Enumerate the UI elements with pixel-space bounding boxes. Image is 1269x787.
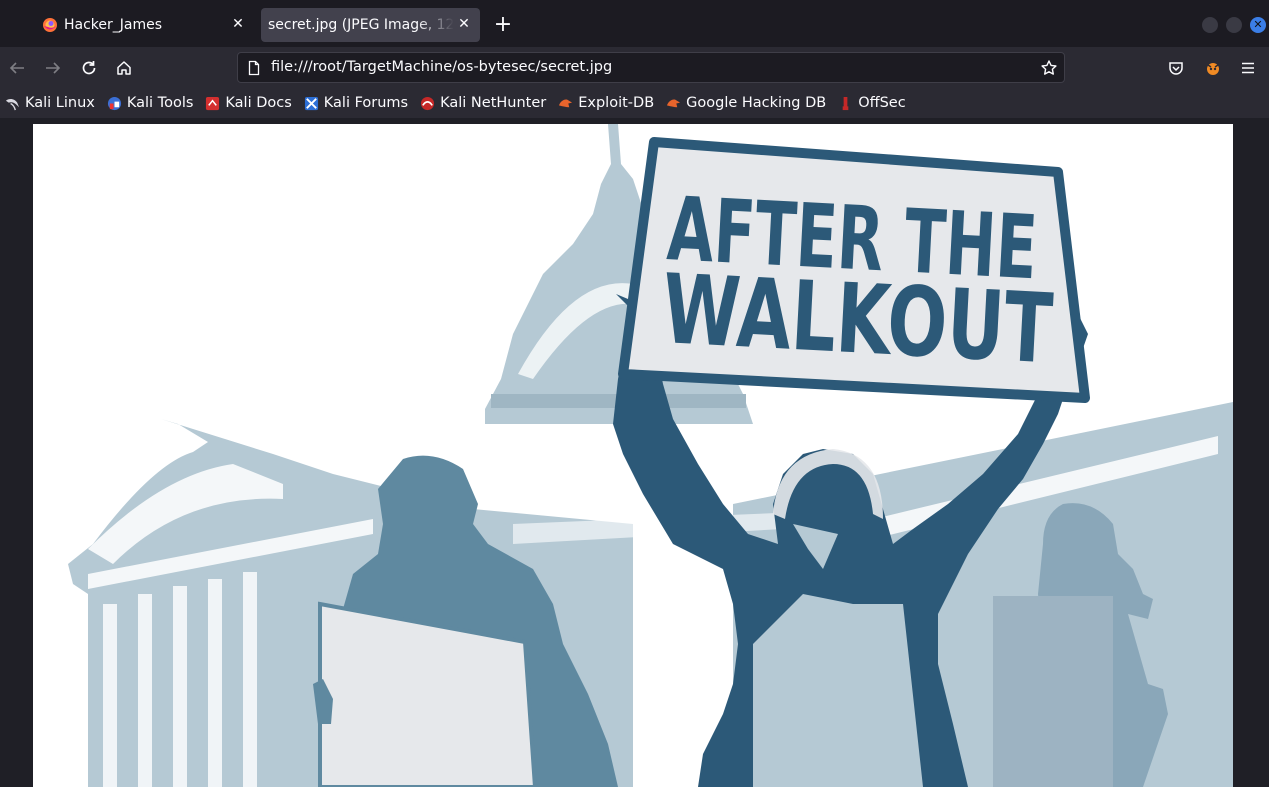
arrow-right-icon [46, 62, 61, 74]
reload-button[interactable] [79, 58, 99, 78]
maximize-window-button[interactable] [1226, 17, 1242, 33]
back-button[interactable] [7, 58, 27, 78]
bookmark-offsec[interactable]: OffSec [838, 95, 906, 111]
bookmark-label: Kali Forums [323, 95, 409, 111]
bookmark-kali-docs[interactable]: Kali Docs [205, 95, 292, 111]
bookmark-label: Kali Docs [225, 95, 292, 111]
bookmark-kali-linux[interactable]: Kali Linux [5, 95, 95, 111]
bookmark-star-icon[interactable] [1040, 59, 1058, 77]
bookmark-kali-nethunter[interactable]: Kali NetHunter [420, 95, 546, 111]
after-the-walkout-sign: AFTER THE WALKOUT [618, 137, 1090, 403]
hamburger-menu-icon [1242, 62, 1254, 74]
pocket-icon [1169, 62, 1183, 75]
secret-jpg-image: AFTER THE WALKOUT [33, 124, 1233, 787]
bookmark-kali-forums[interactable]: Kali Forums [304, 95, 408, 111]
walkout-poster-illustration: AFTER THE WALKOUT [33, 124, 1233, 787]
home-button[interactable] [114, 58, 134, 78]
exploit-db-icon [559, 99, 573, 107]
sign-headline-line2: WALKOUT [660, 253, 1055, 385]
tab-strip: Hacker_James ✕ secret.jpg (JPEG Image, 1… [0, 0, 1269, 47]
extension-icon [1207, 63, 1219, 75]
url-bar[interactable]: file:///root/TargetMachine/os-bytesec/se… [237, 52, 1065, 83]
kali-tools-icon [107, 96, 121, 110]
bookmark-google-hacking-db[interactable]: Google Hacking DB [666, 95, 826, 111]
extension-button[interactable] [1203, 58, 1223, 78]
close-tab-icon[interactable]: ✕ [456, 16, 472, 32]
navigation-toolbar: file:///root/TargetMachine/os-bytesec/se… [0, 47, 1269, 88]
tab-hacker-james[interactable]: Hacker_James ✕ [0, 8, 254, 42]
bookmark-label: Kali Linux [25, 95, 95, 111]
minimize-window-button[interactable] [1202, 17, 1218, 33]
bookmarks-toolbar: Kali Linux Kali Tools Kali Docs Kali For… [0, 88, 1269, 118]
page-icon [248, 60, 260, 76]
tab-title: Hacker_James [64, 17, 163, 33]
nethunter-icon [421, 96, 435, 110]
close-tab-icon[interactable]: ✕ [230, 16, 246, 32]
home-icon [117, 61, 131, 75]
tab-secret-jpg[interactable]: secret.jpg (JPEG Image, 1200 ✕ [261, 8, 480, 42]
bookmark-kali-tools[interactable]: Kali Tools [107, 95, 194, 111]
close-window-button[interactable]: ✕ [1250, 17, 1266, 33]
browser-window: Hacker_James ✕ secret.jpg (JPEG Image, 1… [0, 0, 1269, 787]
offsec-icon [842, 96, 849, 110]
kali-dragon-icon [5, 98, 20, 110]
bookmark-label: Exploit-DB [578, 95, 655, 111]
bookmark-label: OffSec [858, 95, 906, 111]
page-content: AFTER THE WALKOUT [0, 118, 1269, 787]
kali-docs-icon [206, 96, 220, 110]
arrow-left-icon [9, 62, 24, 74]
forward-button[interactable] [43, 58, 63, 78]
tab-title: secret.jpg (JPEG Image, 1200 [268, 17, 454, 33]
reload-icon [82, 61, 96, 75]
bookmark-exploit-db[interactable]: Exploit-DB [558, 95, 654, 111]
url-text[interactable]: file:///root/TargetMachine/os-bytesec/se… [271, 59, 612, 75]
pocket-button[interactable] [1166, 58, 1186, 78]
bookmark-label: Kali NetHunter [440, 95, 547, 111]
firefox-icon [43, 18, 57, 32]
bookmark-label: Google Hacking DB [686, 95, 827, 111]
bookmark-label: Kali Tools [126, 95, 194, 111]
app-menu-button[interactable] [1238, 58, 1258, 78]
ghdb-icon [667, 99, 681, 107]
kali-forums-icon [304, 96, 318, 110]
new-tab-button[interactable]: + [491, 12, 515, 38]
